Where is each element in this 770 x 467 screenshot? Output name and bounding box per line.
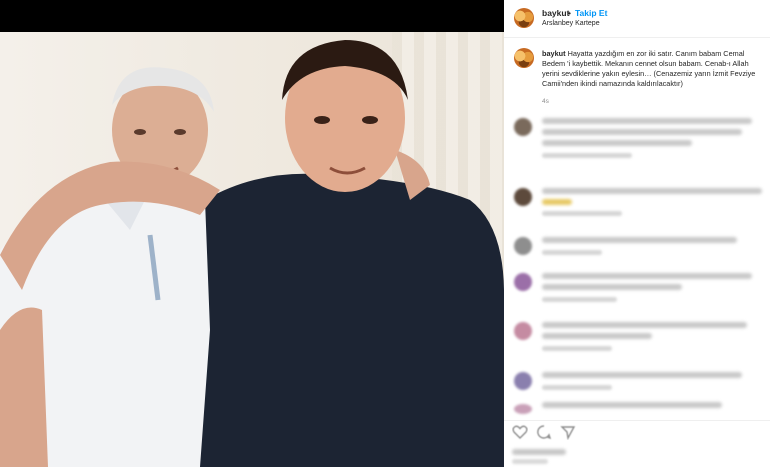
post-date-blurred xyxy=(512,459,548,464)
comment-meta-blurred xyxy=(542,385,612,390)
comment-emoji-blurred xyxy=(542,199,572,205)
comment-text-blurred xyxy=(542,118,752,124)
photo-illustration xyxy=(0,40,504,467)
comment-avatar[interactable] xyxy=(514,372,532,390)
comment-meta-blurred xyxy=(542,346,612,351)
comment-text-blurred xyxy=(542,372,742,378)
comment-text-blurred xyxy=(542,188,762,194)
avatar[interactable] xyxy=(514,8,534,28)
comment-meta-blurred xyxy=(542,250,602,255)
comment-meta-blurred xyxy=(542,211,622,216)
caption-time: 4s xyxy=(542,98,549,105)
comment-avatar[interactable] xyxy=(514,322,532,340)
comment-item xyxy=(504,269,770,315)
comment-text-blurred xyxy=(542,402,722,408)
post-photo[interactable] xyxy=(0,0,504,467)
comment-avatar[interactable] xyxy=(514,118,532,136)
comment-item xyxy=(504,184,770,230)
comment-text-blurred xyxy=(542,129,742,135)
post-header: baykut • Takip Et Arslanbey Kartepe xyxy=(504,0,770,38)
comment-meta-blurred xyxy=(542,297,617,302)
comment-item xyxy=(504,114,770,160)
comment-icon[interactable] xyxy=(536,424,552,440)
comment-text-blurred xyxy=(542,333,652,339)
caption-text: baykut Hayatta yazdığım en zor iki satır… xyxy=(542,49,768,89)
comment-text-blurred xyxy=(542,284,682,290)
share-icon[interactable] xyxy=(560,424,576,440)
header-username[interactable]: baykut xyxy=(542,8,569,18)
likes-count-blurred[interactable] xyxy=(512,449,566,455)
caption-avatar[interactable] xyxy=(514,48,534,68)
comment-avatar[interactable] xyxy=(514,237,532,255)
location-link[interactable]: Arslanbey Kartepe xyxy=(542,20,600,27)
comment-item xyxy=(504,318,770,364)
post-caption: baykut Hayatta yazdığım en zor iki satır… xyxy=(504,42,770,108)
comment-text-blurred xyxy=(542,237,737,243)
heart-icon[interactable] xyxy=(512,424,528,440)
separator-dot: • xyxy=(568,8,571,18)
comment-text-blurred xyxy=(542,273,752,279)
comment-avatar[interactable] xyxy=(514,273,532,291)
comment-text-blurred xyxy=(542,140,692,146)
action-bar xyxy=(504,420,770,467)
post-panel: baykut • Takip Et Arslanbey Kartepe bayk… xyxy=(504,0,770,467)
comment-meta-blurred xyxy=(542,153,632,158)
follow-button[interactable]: Takip Et xyxy=(575,8,607,18)
caption-body: Hayatta yazdığım en zor iki satır. Canım… xyxy=(542,49,756,88)
comment-avatar[interactable] xyxy=(514,188,532,206)
caption-username[interactable]: baykut xyxy=(542,49,566,58)
comment-item xyxy=(504,400,770,418)
comment-avatar[interactable] xyxy=(514,404,532,414)
comment-text-blurred xyxy=(542,322,747,328)
